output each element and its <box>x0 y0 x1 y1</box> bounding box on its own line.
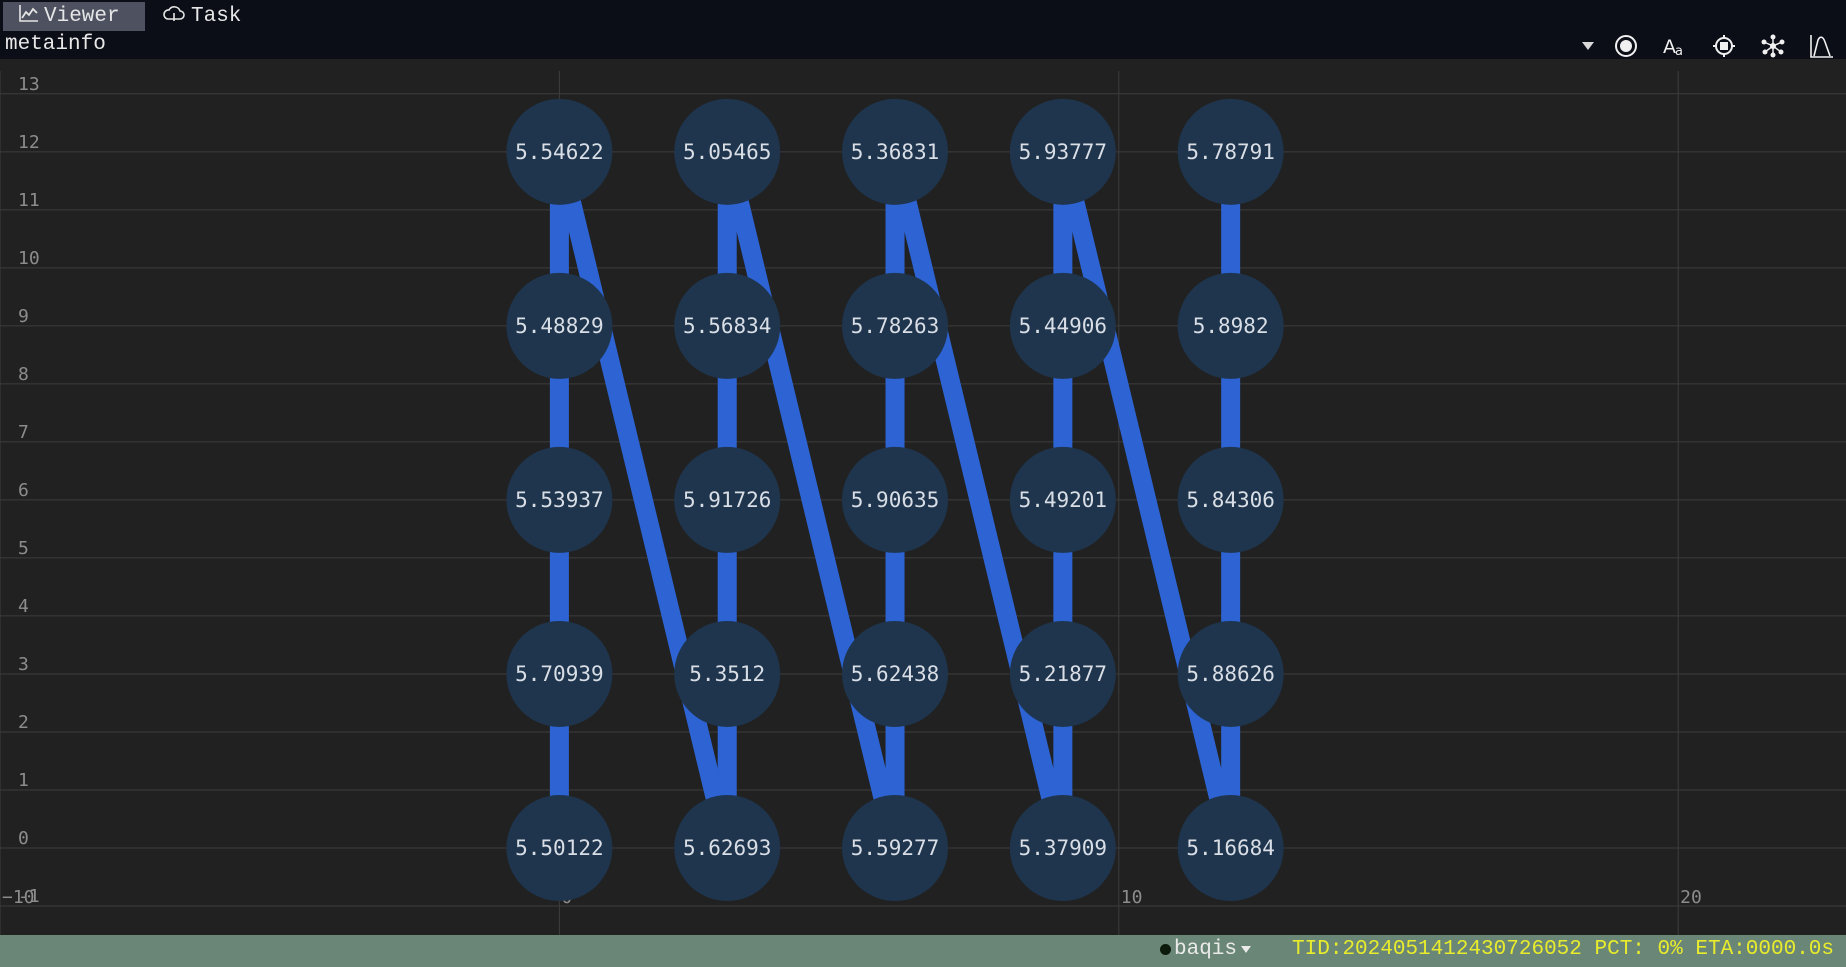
chip-settings-icon[interactable] <box>1711 33 1737 59</box>
y-tick-label: 0 <box>18 828 29 849</box>
qubit-node-label: 5.3512 <box>689 662 765 686</box>
network-icon[interactable] <box>1760 33 1786 59</box>
target-icon[interactable] <box>1613 33 1639 59</box>
qubit-node-label: 5.8982 <box>1193 314 1269 338</box>
tab-task-label: Task <box>191 5 242 28</box>
qubit-node-label: 5.56834 <box>683 314 772 338</box>
online-status-icon <box>1160 944 1171 955</box>
user-name: baqis <box>1174 938 1238 961</box>
qubit-node-label: 5.05465 <box>683 140 772 164</box>
y-tick-label: 9 <box>18 306 29 327</box>
qubit-node-label: 5.91726 <box>683 488 772 512</box>
qubit-node-label: 5.50122 <box>515 836 604 860</box>
qubit-node-label: 5.62693 <box>683 836 772 860</box>
qubit-node-label: 5.48829 <box>515 314 604 338</box>
x-tick-label: −10 <box>2 887 35 908</box>
y-tick-label: 6 <box>18 480 29 501</box>
dropdown-caret-icon[interactable] <box>1575 33 1601 59</box>
y-tick-label: 13 <box>18 74 40 95</box>
qubit-node-label: 5.78263 <box>851 314 940 338</box>
y-tick-label: 11 <box>18 190 40 211</box>
eta-value: 0000.0s <box>1745 938 1834 961</box>
qubit-node-label: 5.37909 <box>1019 836 1108 860</box>
plot-area[interactable]: -1012345678910111213−1001020 5.546225.05… <box>0 59 1846 935</box>
qubit-node-label: 5.36831 <box>851 140 940 164</box>
cloud-icon <box>162 4 186 29</box>
qubit-node-label: 5.88626 <box>1186 662 1275 686</box>
line-chart-icon <box>19 4 39 29</box>
x-tick-label: 10 <box>1121 887 1143 908</box>
qubit-node-label: 5.21877 <box>1019 662 1108 686</box>
tid-label: TID: <box>1292 938 1343 961</box>
qubit-node-label: 5.54622 <box>515 140 604 164</box>
metainfo-label: metainfo <box>5 33 106 56</box>
y-tick-label: 10 <box>18 248 40 269</box>
qubit-node-label: 5.49201 <box>1019 488 1108 512</box>
y-tick-label: 8 <box>18 364 29 385</box>
y-tick-label: 2 <box>18 712 29 733</box>
chevron-down-icon <box>1240 938 1252 961</box>
status-bar: baqis TID:2024051412430726052 PCT: 0% ET… <box>0 935 1846 967</box>
tab-viewer-label: Viewer <box>44 5 120 28</box>
qubit-node-label: 5.84306 <box>1186 488 1275 512</box>
tid-value: 2024051412430726052 <box>1342 938 1582 961</box>
pct-label: PCT: <box>1594 938 1645 961</box>
eta-label: ETA: <box>1695 938 1746 961</box>
top-bar: Viewer Task metainfo Aa <box>0 0 1846 59</box>
qubit-node-label: 5.70939 <box>515 662 604 686</box>
tab-viewer[interactable]: Viewer <box>3 2 145 31</box>
task-status: TID:2024051412430726052 PCT: 0% ETA:0000… <box>1292 938 1834 961</box>
font-size-icon[interactable]: Aa <box>1662 33 1688 59</box>
y-tick-label: 4 <box>18 596 29 617</box>
y-tick-label: 7 <box>18 422 29 443</box>
qubit-node-label: 5.62438 <box>851 662 940 686</box>
y-tick-label: 12 <box>18 132 40 153</box>
qubit-node-label: 5.16684 <box>1186 836 1275 860</box>
histogram-icon[interactable] <box>1809 33 1835 59</box>
x-tick-label: 20 <box>1680 887 1702 908</box>
y-tick-label: 1 <box>18 770 29 791</box>
pct-value: 0% <box>1657 938 1683 961</box>
qubit-node-label: 5.53937 <box>515 488 604 512</box>
y-tick-label: 3 <box>18 654 29 675</box>
tab-task[interactable]: Task <box>162 2 241 31</box>
qubit-node-label: 5.90635 <box>851 488 940 512</box>
qubit-node-label: 5.78791 <box>1186 140 1275 164</box>
svg-text:a: a <box>1675 44 1683 58</box>
y-tick-label: 5 <box>18 538 29 559</box>
user-selector[interactable]: baqis <box>1160 938 1252 961</box>
qubit-node-label: 5.93777 <box>1019 140 1108 164</box>
qubit-node-label: 5.44906 <box>1019 314 1108 338</box>
chip-graph-plot[interactable]: -1012345678910111213−1001020 5.546225.05… <box>0 59 1846 935</box>
qubit-node-label: 5.59277 <box>851 836 940 860</box>
